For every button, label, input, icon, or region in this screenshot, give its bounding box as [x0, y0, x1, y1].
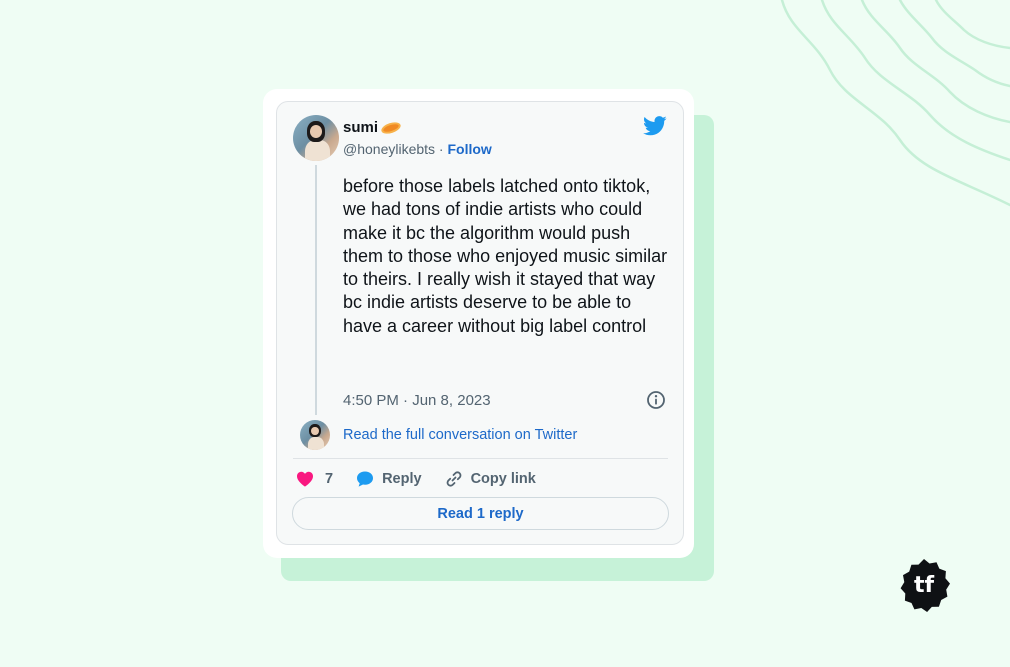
tweet-timestamp[interactable]: 4:50 PM · Jun 8, 2023: [343, 392, 491, 409]
handle-row: @honeylikebts · Follow: [343, 141, 492, 157]
divider: [293, 458, 668, 459]
emoji-icon: [379, 119, 403, 136]
separator: ·: [435, 141, 448, 157]
action-bar: 7 Reply Copy link: [295, 469, 558, 489]
decorative-squiggles: [780, 0, 1010, 207]
read-conversation-link[interactable]: Read the full conversation on Twitter: [343, 427, 577, 443]
author-avatar[interactable]: [293, 115, 339, 161]
reply-avatar[interactable]: [300, 420, 330, 450]
tweet-text: before those labels latched onto tiktok,…: [343, 176, 668, 336]
info-icon[interactable]: [646, 390, 666, 410]
like-count: 7: [325, 471, 334, 487]
link-chain-icon: [446, 471, 461, 487]
tf-logo-text: tf: [913, 572, 935, 598]
author-name-text[interactable]: sumi: [343, 119, 378, 136]
reply-label: Reply: [382, 471, 422, 487]
like-button[interactable]: 7: [295, 469, 333, 489]
follow-button[interactable]: Follow: [448, 141, 492, 157]
heart-icon: [297, 471, 313, 487]
tweet-card[interactable]: sumi @honeylikebts · Follow before those…: [276, 101, 684, 545]
thread-line: [315, 165, 317, 415]
twitter-bird-icon[interactable]: [643, 116, 667, 136]
author-handle[interactable]: @honeylikebts: [343, 141, 435, 157]
author-name[interactable]: sumi: [343, 119, 403, 136]
copy-link-button[interactable]: Copy link: [444, 469, 536, 489]
speech-bubble-icon: [357, 471, 374, 487]
reply-button[interactable]: Reply: [355, 469, 422, 489]
read-reply-button[interactable]: Read 1 reply: [292, 497, 669, 530]
copy-link-label: Copy link: [470, 471, 536, 487]
